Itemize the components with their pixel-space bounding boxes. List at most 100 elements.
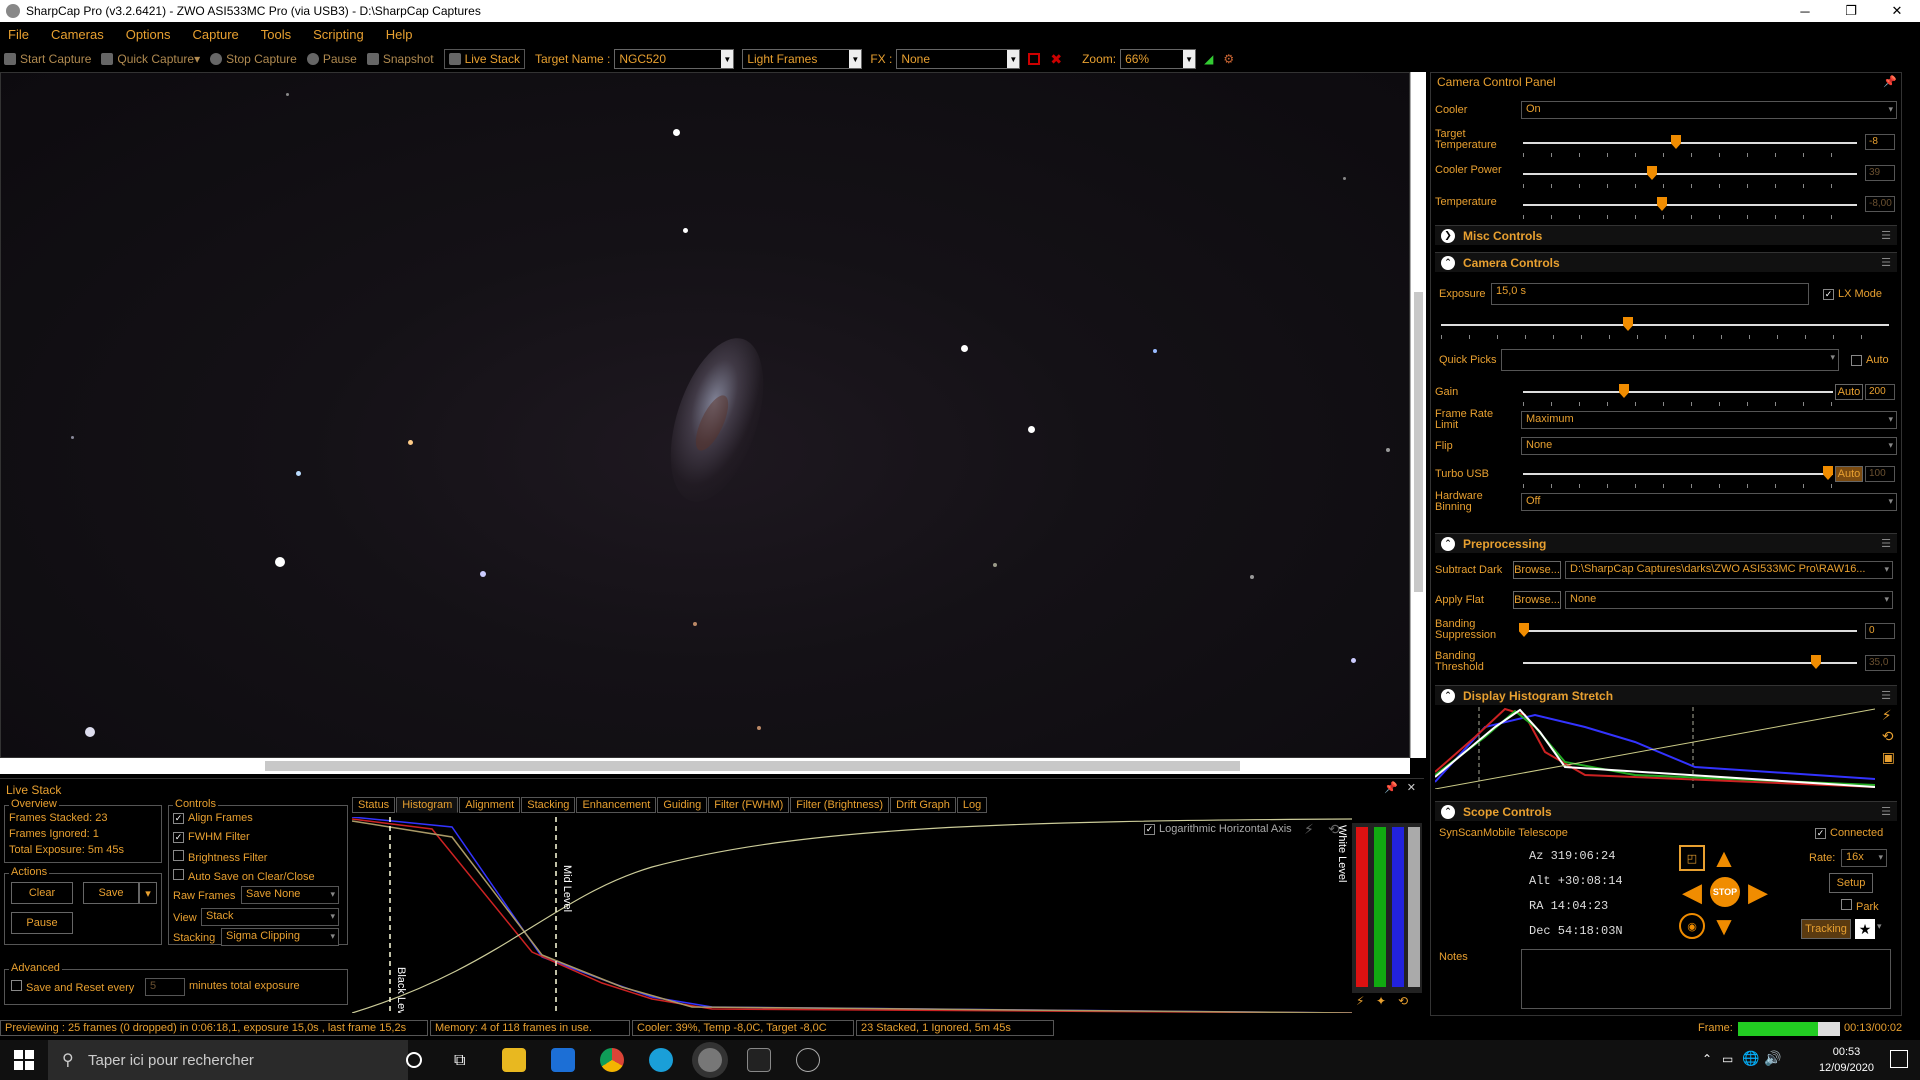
dark-frame-select[interactable]: D:\SharpCap Captures\darks\ZWO ASI533MC …: [1565, 561, 1893, 579]
vertical-scrollbar[interactable]: [1410, 72, 1426, 758]
save-reset-minutes-input[interactable]: 5: [145, 978, 185, 996]
scope-controls-header[interactable]: ⌃ Scope Controls ☰: [1435, 801, 1897, 821]
edge-icon[interactable]: [649, 1048, 673, 1072]
connected-checkbox[interactable]: ✓: [1815, 828, 1826, 839]
target-icon[interactable]: ◉: [1679, 913, 1705, 939]
fwhm-filter-checkbox[interactable]: ✓: [173, 832, 184, 843]
frame-type-select[interactable]: Light Frames ▼: [742, 49, 863, 69]
app-icon[interactable]: [796, 1048, 820, 1072]
maximize-button[interactable]: ❐: [1828, 0, 1874, 22]
exposure-input[interactable]: 15,0 s: [1491, 283, 1809, 305]
quick-capture-button[interactable]: Quick Capture ▾: [101, 52, 200, 66]
rate-select[interactable]: 16x ▾: [1841, 849, 1887, 867]
flip-select[interactable]: None ▾: [1521, 437, 1897, 455]
file-explorer-icon[interactable]: [502, 1048, 526, 1072]
menu-tools[interactable]: Tools: [261, 27, 291, 42]
pin-icon[interactable]: 📌: [1384, 781, 1398, 794]
reset-icon[interactable]: ⟲: [1882, 728, 1895, 745]
network-icon[interactable]: 🌐: [1742, 1050, 1759, 1067]
red-level-slider[interactable]: [1356, 827, 1368, 987]
menu-icon[interactable]: ☰: [1881, 537, 1891, 550]
view-select[interactable]: Stack ▾: [201, 908, 339, 926]
image-preview[interactable]: [0, 72, 1410, 758]
star-icon[interactable]: ★: [1855, 919, 1875, 939]
arrow-down-icon[interactable]: ▼: [1709, 911, 1739, 941]
sharpcap-icon[interactable]: [698, 1048, 722, 1072]
arrow-left-icon[interactable]: ◀: [1677, 877, 1707, 907]
banding-suppression-value[interactable]: 0: [1865, 623, 1895, 639]
reset-icon[interactable]: ⟲: [1398, 994, 1408, 1008]
gain-slider[interactable]: [1523, 391, 1833, 393]
preprocessing-header[interactable]: ⌃ Preprocessing ☰: [1435, 533, 1897, 553]
save-icon[interactable]: ▣: [1882, 749, 1895, 766]
raw-frames-select[interactable]: Save None ▾: [241, 886, 339, 904]
tab-alignment[interactable]: Alignment: [459, 797, 521, 813]
gear-icon[interactable]: ⚙: [1223, 52, 1234, 66]
menu-icon[interactable]: ☰: [1881, 256, 1891, 269]
scroll-thumb[interactable]: [265, 761, 1240, 771]
chevron-up-icon[interactable]: ⌃: [1702, 1052, 1712, 1066]
fx-select[interactable]: None ▼: [896, 49, 1021, 69]
mail-icon[interactable]: [551, 1048, 575, 1072]
apply-flat-browse-button[interactable]: Browse...: [1513, 591, 1561, 609]
tab-filter-brightness[interactable]: Filter (Brightness): [790, 797, 890, 813]
live-stack-button[interactable]: Live Stack: [443, 49, 525, 69]
turbo-usb-slider[interactable]: [1523, 473, 1833, 475]
luminance-level-slider[interactable]: [1408, 827, 1420, 987]
target-name-input[interactable]: NGC520 ▼: [614, 49, 735, 69]
tab-histogram[interactable]: Histogram: [396, 797, 459, 813]
menu-cameras[interactable]: Cameras: [51, 27, 104, 42]
exposure-slider[interactable]: [1441, 324, 1889, 326]
menu-help[interactable]: Help: [386, 27, 413, 42]
frame-rate-select[interactable]: Maximum ▾: [1521, 411, 1897, 429]
menu-icon[interactable]: ☰: [1881, 229, 1891, 242]
cross-icon[interactable]: ✖: [1050, 51, 1062, 68]
cortana-icon[interactable]: [406, 1052, 422, 1068]
close-button[interactable]: ✕: [1874, 0, 1920, 22]
park-checkbox[interactable]: [1841, 899, 1852, 910]
turbo-usb-value[interactable]: 100: [1865, 466, 1895, 482]
taskbar-search-input[interactable]: ⚲ Taper ici pour rechercher: [48, 1040, 408, 1080]
snapshot-button[interactable]: Snapshot: [366, 52, 434, 66]
menu-file[interactable]: File: [8, 27, 29, 42]
menu-icon[interactable]: ☰: [1881, 805, 1891, 818]
tab-drift-graph[interactable]: Drift Graph: [890, 797, 956, 813]
lightning-icon[interactable]: ⚡: [1304, 821, 1314, 838]
clock[interactable]: 00:53 12/09/2020: [1819, 1044, 1874, 1076]
blue-level-slider[interactable]: [1392, 827, 1404, 987]
gain-value[interactable]: 200: [1865, 384, 1895, 400]
auto-save-checkbox[interactable]: [173, 869, 184, 880]
chrome-icon[interactable]: [600, 1048, 624, 1072]
cooler-select[interactable]: On ▾: [1521, 101, 1897, 119]
green-level-slider[interactable]: [1374, 827, 1386, 987]
start-capture-button[interactable]: Start Capture: [4, 52, 91, 66]
exposure-handle[interactable]: [1623, 317, 1633, 331]
binning-select[interactable]: Off ▾: [1521, 493, 1897, 511]
turbo-auto-button[interactable]: Auto: [1835, 466, 1863, 482]
reset-icon[interactable]: ⟲: [1328, 821, 1340, 838]
subtract-dark-browse-button[interactable]: Browse...: [1513, 561, 1561, 579]
setup-button[interactable]: Setup: [1829, 873, 1873, 893]
log-axis-checkbox[interactable]: ✓: [1144, 824, 1155, 835]
minimize-button[interactable]: ─: [1782, 0, 1828, 22]
horizontal-scrollbar[interactable]: [0, 758, 1410, 774]
histogram-stretch-graph[interactable]: [1435, 707, 1875, 789]
flat-frame-select[interactable]: None ▾: [1565, 591, 1893, 609]
notification-icon[interactable]: [1890, 1050, 1908, 1068]
rgb-level-sliders[interactable]: [1352, 823, 1422, 993]
volume-icon[interactable]: 🔊: [1764, 1050, 1781, 1067]
pin-icon[interactable]: 📌: [1883, 75, 1897, 88]
misc-controls-header[interactable]: ❯ Misc Controls ☰: [1435, 225, 1897, 245]
sparkle-icon[interactable]: ✦: [1376, 994, 1386, 1008]
brightness-filter-checkbox[interactable]: [173, 850, 184, 861]
stop-capture-button[interactable]: Stop Capture: [210, 52, 297, 66]
tab-status[interactable]: Status: [352, 797, 396, 813]
save-button[interactable]: Save: [83, 882, 139, 904]
align-frames-checkbox[interactable]: ✓: [173, 813, 184, 824]
camera-controls-header[interactable]: ⌃ Camera Controls ☰: [1435, 252, 1897, 272]
scroll-thumb[interactable]: [1414, 292, 1423, 592]
record-icon[interactable]: [1028, 53, 1041, 65]
task-view-icon[interactable]: ⧉: [454, 1052, 465, 1070]
histogram-icon[interactable]: ◢: [1204, 52, 1213, 66]
tab-guiding[interactable]: Guiding: [657, 797, 708, 813]
